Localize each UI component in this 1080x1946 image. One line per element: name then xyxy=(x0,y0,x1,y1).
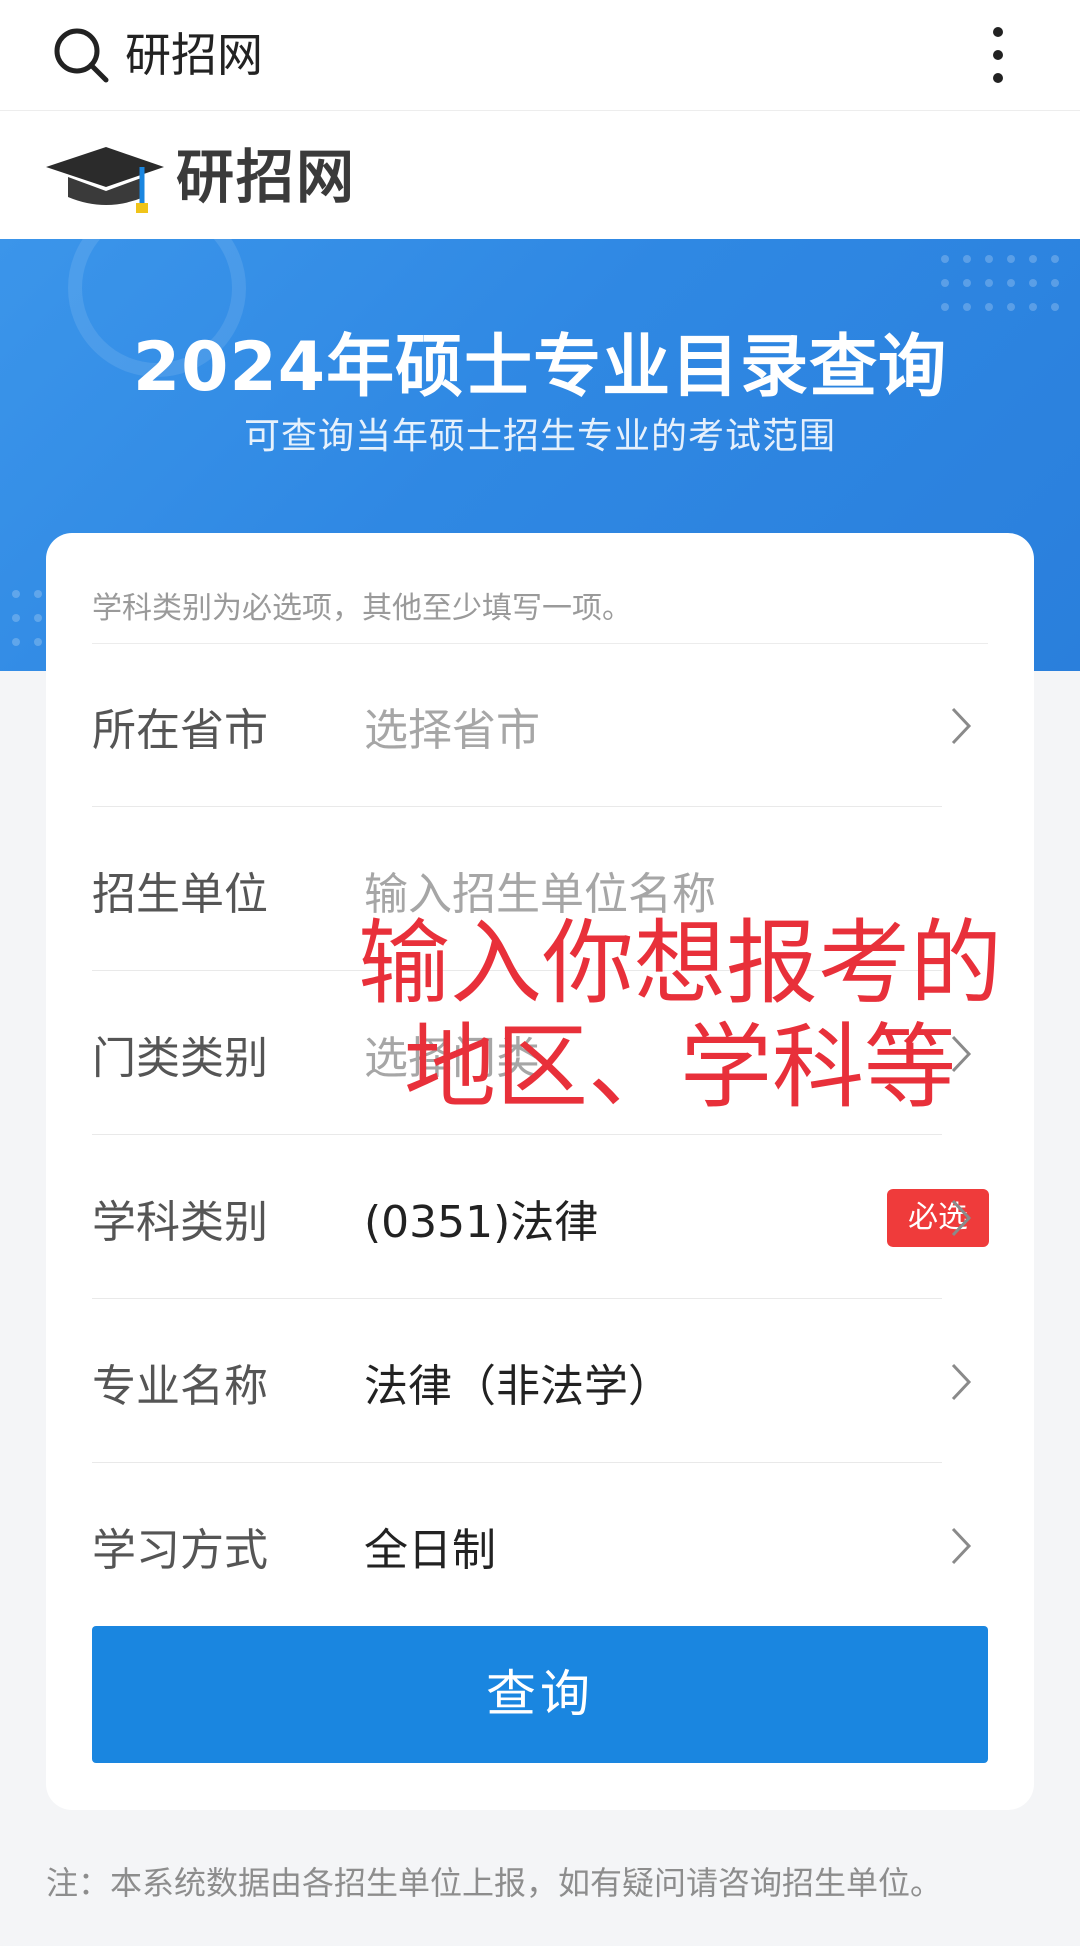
chevron-right-icon[interactable] xyxy=(950,706,972,746)
search-query-text[interactable]: 研招网 xyxy=(125,24,263,86)
field-discipline[interactable]: 学科类别 (0351)法律 必选 xyxy=(92,1136,989,1299)
form-hint: 学科类别为必选项，其他至少填写一项。 xyxy=(92,583,988,644)
field-label: 所在省市 xyxy=(92,704,268,756)
banner-title: 2024年硕士专业目录查询 xyxy=(132,328,948,407)
more-vertical-icon[interactable] xyxy=(986,22,1010,88)
divider xyxy=(92,806,942,807)
divider xyxy=(92,1134,942,1135)
graduation-cap-logo-icon xyxy=(46,147,164,213)
province-select[interactable]: 选择省市 xyxy=(364,694,540,758)
field-label: 门类类别 xyxy=(92,1032,268,1084)
field-major[interactable]: 专业名称 法律（非法学） xyxy=(92,1300,988,1463)
divider xyxy=(92,1298,942,1299)
study-mode-select[interactable]: 全日制 xyxy=(364,1514,496,1578)
field-label: 专业名称 xyxy=(92,1360,268,1412)
field-label: 学习方式 xyxy=(92,1524,268,1576)
query-button[interactable]: 查询 xyxy=(92,1626,988,1763)
required-badge: 必选 xyxy=(887,1188,989,1247)
search-icon[interactable] xyxy=(50,24,112,86)
chevron-right-icon[interactable] xyxy=(950,1198,972,1238)
chevron-right-icon[interactable] xyxy=(950,1362,972,1402)
annotation-line-2: 地区、学科等 xyxy=(403,1014,956,1121)
chevron-right-icon[interactable] xyxy=(950,1526,972,1566)
banner-subtitle: 可查询当年硕士招生专业的考试范围 xyxy=(243,416,836,457)
site-logo-text: 研招网 xyxy=(176,143,357,211)
footnote: 注：本系统数据由各招生单位上报，如有疑问请咨询招生单位。 xyxy=(46,1864,943,1902)
divider xyxy=(92,1462,942,1463)
decorative-dots-left xyxy=(12,590,42,646)
field-label: 招生单位 xyxy=(92,868,268,920)
field-study-mode[interactable]: 学习方式 全日制 xyxy=(92,1464,988,1627)
field-label: 学科类别 xyxy=(92,1196,268,1248)
major-select[interactable]: 法律（非法学） xyxy=(364,1350,672,1414)
field-province[interactable]: 所在省市 选择省市 xyxy=(92,644,988,807)
query-form-card: 学科类别为必选项，其他至少填写一项。 所在省市 选择省市 招生单位 输入招生单位… xyxy=(46,533,1034,1810)
annotation-line-1: 输入你想报考的 xyxy=(357,910,1002,1017)
site-header: 研招网 xyxy=(0,111,1080,302)
search-bar[interactable]: 研招网 xyxy=(0,0,1080,111)
annotation-overlay: 输入你想报考的 地区、学科等 xyxy=(330,912,1030,1120)
discipline-select[interactable]: (0351)法律 xyxy=(364,1186,598,1250)
